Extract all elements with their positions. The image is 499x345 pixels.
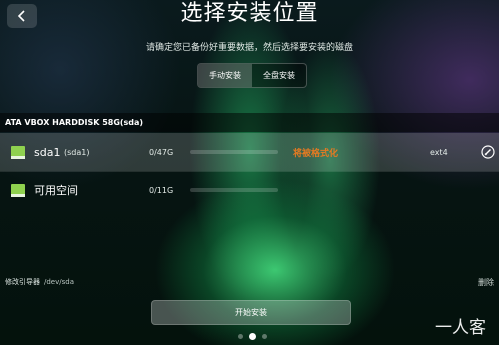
bootloader-device: /dev/sda: [44, 278, 74, 286]
partition-size: 0/47G: [149, 147, 174, 157]
partition-name: sda1: [34, 145, 61, 159]
page-dot: [238, 334, 243, 339]
delete-button[interactable]: 删除: [478, 277, 494, 288]
partition-label: (sda1): [64, 147, 90, 157]
start-install-button[interactable]: 开始安装: [151, 300, 351, 325]
partition-filesystem: ext4: [430, 147, 448, 157]
partition-row-free-space[interactable]: 可用空间 0/11G: [0, 171, 499, 209]
tab-manual-install[interactable]: 手动安装: [198, 64, 252, 87]
bootloader-label: 修改引导器: [5, 278, 40, 286]
partition-usage-bar: [190, 150, 278, 154]
bootloader-selector[interactable]: 修改引导器/dev/sda: [5, 277, 74, 287]
page-title: 选择安装位置: [180, 1, 319, 26]
tab-full-disk-install[interactable]: 全盘安装: [252, 64, 306, 87]
page-subtitle: 请确定您已备份好重要数据，然后选择要安装的磁盘: [145, 43, 353, 53]
install-mode-switch: 手动安装 全盘安装: [197, 63, 307, 88]
edit-icon[interactable]: [481, 145, 495, 159]
partition-icon: [11, 145, 25, 159]
page-indicator: [238, 333, 267, 340]
disk-name: ATA VBOX HARDDISK 58G(sda): [5, 118, 144, 127]
partition-usage-bar: [190, 188, 278, 192]
partition-name: 可用空间: [34, 184, 78, 197]
page-dot: [262, 334, 267, 339]
partition-size: 0/11G: [149, 185, 174, 195]
disk-header: ATA VBOX HARDDISK 58G(sda): [0, 113, 499, 132]
watermark: 一人客: [435, 318, 486, 338]
partition-icon: [11, 183, 25, 197]
partition-row-sda1[interactable]: sda1 (sda1) 0/47G 将被格式化 ext4: [0, 133, 499, 171]
page-dot-active: [249, 333, 256, 340]
format-warning: 将被格式化: [293, 148, 339, 159]
